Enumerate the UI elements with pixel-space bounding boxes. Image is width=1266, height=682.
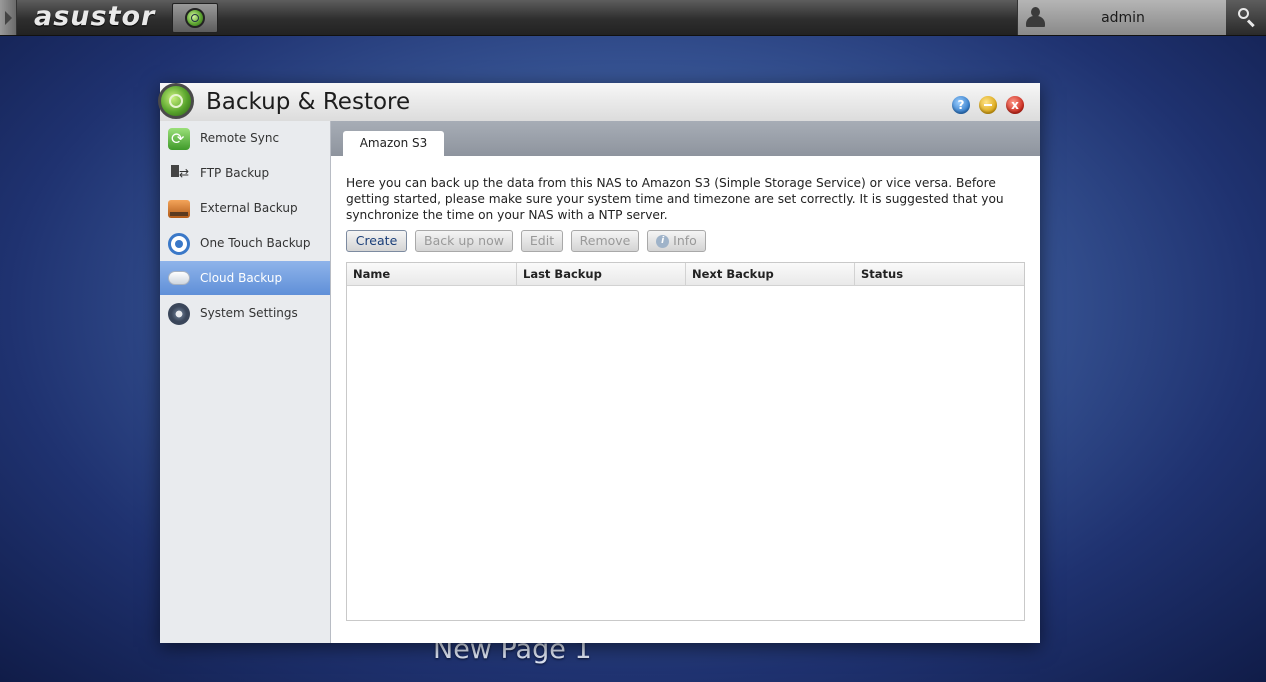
expand-sidebar-handle[interactable]: [0, 0, 17, 35]
minimize-button[interactable]: [979, 96, 997, 114]
user-menu[interactable]: admin: [1017, 0, 1227, 35]
top-bar: asustor admin: [0, 0, 1266, 36]
cloud-icon: [168, 271, 190, 285]
backup-restore-window: Backup & Restore ? x Remote Sync FTP Bac…: [158, 83, 1040, 643]
column-header-next-backup[interactable]: Next Backup: [686, 263, 855, 285]
sidebar-item-label: External Backup: [200, 201, 298, 215]
sidebar-item-system-settings[interactable]: System Settings: [160, 296, 330, 330]
sidebar-item-label: Remote Sync: [200, 131, 280, 145]
one-touch-icon: [168, 233, 190, 255]
backup-restore-icon: [185, 8, 205, 28]
sidebar-item-cloud-backup[interactable]: Cloud Backup: [160, 261, 330, 295]
edit-button[interactable]: Edit: [521, 230, 563, 252]
info-button[interactable]: i Info: [647, 230, 706, 252]
user-name: admin: [1101, 10, 1145, 26]
sidebar-item-external-backup[interactable]: External Backup: [160, 191, 330, 225]
tab-strip: Amazon S3: [331, 121, 1040, 156]
sidebar-item-one-touch-backup[interactable]: One Touch Backup: [160, 226, 330, 260]
remote-sync-icon: [168, 128, 190, 150]
info-label: Info: [673, 233, 697, 248]
ftp-backup-icon: [168, 163, 190, 185]
taskbar-backup-restore-app[interactable]: [172, 3, 218, 33]
brand-logo: asustor: [34, 1, 156, 32]
remove-button[interactable]: Remove: [571, 230, 639, 252]
close-button[interactable]: x: [1006, 96, 1024, 114]
window-title-bar[interactable]: Backup & Restore ? x: [158, 83, 1040, 122]
main-panel: Amazon S3 Here you can back up the data …: [331, 121, 1040, 643]
description-text: Here you can back up the data from this …: [346, 176, 1004, 222]
window-title: Backup & Restore: [206, 89, 411, 115]
create-button[interactable]: Create: [346, 230, 407, 252]
column-header-status[interactable]: Status: [855, 263, 1024, 285]
search-icon: [1238, 8, 1249, 19]
help-button[interactable]: ?: [952, 96, 970, 114]
gear-icon: [168, 303, 190, 325]
backup-task-table[interactable]: Name Last Backup Next Backup Status: [346, 262, 1025, 621]
sidebar-item-label: FTP Backup: [200, 166, 270, 180]
back-up-now-button[interactable]: Back up now: [415, 230, 513, 252]
sidebar-item-ftp-backup[interactable]: FTP Backup: [160, 156, 330, 190]
sidebar: Remote Sync FTP Backup External Backup O…: [160, 121, 331, 643]
sidebar-item-remote-sync[interactable]: Remote Sync: [160, 121, 330, 155]
table-header: Name Last Backup Next Backup Status: [347, 263, 1024, 286]
external-drive-icon: [168, 200, 190, 218]
backup-restore-app-icon: [158, 83, 194, 119]
column-header-last-backup[interactable]: Last Backup: [517, 263, 686, 285]
info-icon: i: [656, 235, 670, 248]
sidebar-item-label: One Touch Backup: [200, 236, 311, 250]
search-button[interactable]: [1226, 0, 1266, 35]
column-header-name[interactable]: Name: [347, 263, 517, 285]
sidebar-item-label: System Settings: [200, 306, 298, 320]
user-icon: [1025, 7, 1045, 27]
sidebar-item-label: Cloud Backup: [200, 271, 283, 285]
tab-amazon-s3[interactable]: Amazon S3: [343, 131, 444, 156]
